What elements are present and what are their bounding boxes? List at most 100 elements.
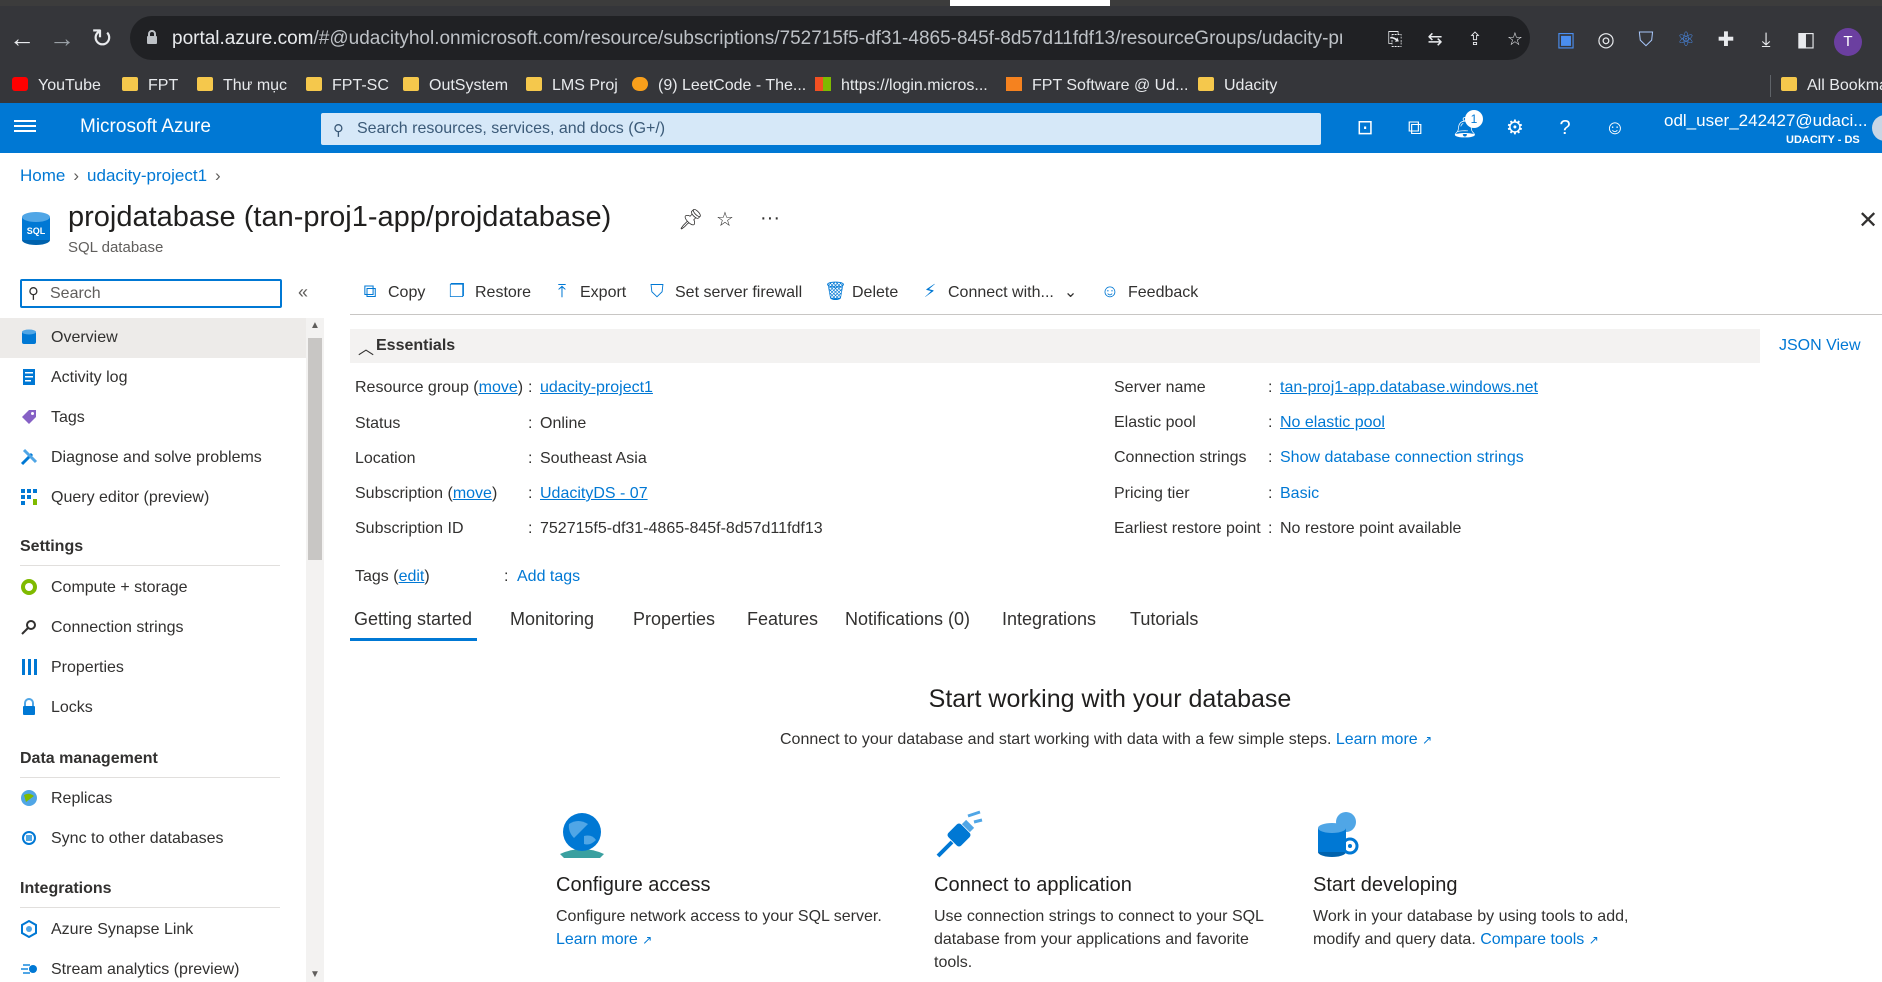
extension-target-icon[interactable]: ◎ bbox=[1594, 28, 1618, 52]
pricing-tier-value[interactable]: Basic bbox=[1280, 485, 1319, 503]
tab-properties[interactable]: Properties bbox=[633, 609, 715, 630]
bookmark-fpt-udacity[interactable]: FPT Software @ Ud... bbox=[1006, 75, 1188, 97]
all-bookmarks[interactable]: All Bookmar bbox=[1770, 75, 1882, 97]
essentials-header[interactable]: ︿ Essentials bbox=[350, 329, 1760, 363]
menu-item-diagnose[interactable]: Diagnose and solve problems bbox=[0, 438, 306, 478]
tab-tutorials[interactable]: Tutorials bbox=[1130, 609, 1198, 630]
menu-search-input[interactable]: ⚲ Search bbox=[20, 279, 282, 308]
bookmark-leetcode[interactable]: (9) LeetCode - The... bbox=[632, 75, 806, 97]
subscription-move-link[interactable]: move bbox=[453, 485, 492, 502]
shield-extension-icon[interactable]: ⛉ bbox=[1634, 28, 1658, 52]
learn-more-link[interactable]: Learn more ↗ bbox=[1336, 731, 1432, 748]
breadcrumb-resource-group[interactable]: udacity-project1 bbox=[87, 166, 207, 185]
more-options-icon[interactable]: ··· bbox=[760, 207, 780, 230]
add-tags-link[interactable]: Add tags bbox=[517, 568, 580, 586]
cloud-shell-icon[interactable]: ⊡ bbox=[1352, 115, 1378, 141]
menu-item-compute-storage[interactable]: Compute + storage bbox=[0, 568, 306, 608]
menu-item-properties[interactable]: Properties bbox=[0, 648, 306, 688]
server-name-value[interactable]: tan-proj1-app.database.windows.net bbox=[1280, 379, 1538, 397]
tab-features[interactable]: Features bbox=[747, 609, 818, 630]
folder-icon bbox=[197, 77, 213, 91]
pin-icon[interactable]: 📌︎ bbox=[678, 207, 703, 232]
favorite-star-icon[interactable]: ☆ bbox=[716, 207, 734, 232]
bookmark-udacity[interactable]: Udacity bbox=[1198, 75, 1277, 97]
tab-notifications[interactable]: Notifications (0) bbox=[845, 609, 970, 630]
subscription-id-value: 752715f5-df31-4865-845f-8d57d11fdf13 bbox=[540, 520, 823, 537]
side-panel-icon[interactable]: ◧ bbox=[1794, 28, 1818, 52]
address-bar[interactable]: portal.azure.com/#@udacityhol.onmicrosof… bbox=[130, 16, 1530, 60]
hamburger-menu-icon[interactable] bbox=[14, 117, 36, 137]
azure-brand[interactable]: Microsoft Azure bbox=[80, 116, 211, 138]
back-icon[interactable]: ← bbox=[4, 20, 40, 56]
scroll-up-icon[interactable]: ▲ bbox=[310, 320, 320, 331]
user-avatar[interactable] bbox=[1872, 115, 1882, 141]
download-icon[interactable]: ⤓ bbox=[1754, 28, 1778, 52]
microsoft-icon bbox=[815, 77, 831, 91]
global-search-input[interactable]: ⚲ Search resources, services, and docs (… bbox=[321, 113, 1321, 145]
breadcrumb-home[interactable]: Home bbox=[20, 166, 65, 185]
menu-item-sync[interactable]: Sync to other databases bbox=[0, 819, 306, 859]
translate-extension-icon[interactable]: ▣ bbox=[1554, 28, 1578, 52]
puzzle-icon[interactable]: ✚ bbox=[1714, 28, 1738, 52]
settings-gear-icon[interactable]: ⚙ bbox=[1502, 115, 1528, 141]
location-value: Southeast Asia bbox=[540, 450, 647, 467]
menu-item-connection-strings[interactable]: Connection strings bbox=[0, 608, 306, 648]
bookmark-fpt-sc[interactable]: FPT-SC bbox=[306, 75, 389, 97]
delete-button[interactable]: 🗑︎ Delete bbox=[824, 281, 898, 305]
install-app-icon[interactable]: ⎘ bbox=[1384, 28, 1406, 50]
help-icon[interactable]: ? bbox=[1552, 115, 1578, 141]
restore-button[interactable]: ❐ Restore bbox=[447, 281, 531, 305]
feedback-icon[interactable]: ☺ bbox=[1602, 115, 1628, 141]
forward-icon[interactable]: → bbox=[44, 20, 80, 56]
menu-item-synapse-link[interactable]: Azure Synapse Link bbox=[0, 910, 306, 950]
set-server-firewall-button[interactable]: ⛉ Set server firewall bbox=[647, 281, 802, 305]
tab-getting-started[interactable]: Getting started bbox=[354, 609, 472, 630]
bookmark-star-icon[interactable]: ☆ bbox=[1504, 28, 1526, 50]
profile-avatar[interactable]: T bbox=[1834, 28, 1862, 56]
elastic-pool-value[interactable]: No elastic pool bbox=[1280, 414, 1385, 432]
bookmark-microsoft-login[interactable]: https://login.micros... bbox=[815, 75, 988, 97]
tab-integrations[interactable]: Integrations bbox=[1002, 609, 1096, 630]
start-developing-database-icon bbox=[1318, 812, 1359, 857]
resource-group-move-link[interactable]: move bbox=[479, 379, 518, 396]
menu-item-tags[interactable]: Tags bbox=[0, 398, 306, 438]
bookmark-youtube[interactable]: YouTube bbox=[12, 75, 101, 97]
bookmark-lms-proj[interactable]: LMS Proj bbox=[526, 75, 618, 97]
colon: : bbox=[1268, 449, 1273, 466]
tags-edit-link[interactable]: edit bbox=[399, 568, 425, 585]
tenant-name: UDACITY - DS bbox=[1786, 134, 1860, 146]
translate-icon[interactable]: ⇆ bbox=[1424, 28, 1446, 50]
connection-strings-link[interactable]: Show database connection strings bbox=[1280, 449, 1524, 467]
subscription-value[interactable]: UdacityDS - 07 bbox=[540, 485, 648, 503]
resource-group-value[interactable]: udacity-project1 bbox=[540, 379, 653, 397]
compare-tools-link[interactable]: Compare tools ↗ bbox=[1480, 931, 1599, 948]
bookmark-thu-muc[interactable]: Thư mục bbox=[197, 75, 287, 97]
collapse-menu-icon[interactable]: « bbox=[298, 282, 308, 303]
menu-scrollbar[interactable]: ▲ ▼ bbox=[306, 318, 324, 982]
copy-button[interactable]: ⧉ Copy bbox=[360, 281, 426, 305]
elastic-pool-label: Elastic pool bbox=[1114, 414, 1196, 431]
account-name[interactable]: odl_user_242427@udaci... bbox=[1664, 111, 1867, 131]
globe-icon bbox=[21, 790, 37, 806]
scrollbar-thumb[interactable] bbox=[308, 338, 322, 560]
menu-section-settings: Settings bbox=[20, 538, 84, 555]
export-button[interactable]: ⤒ Export bbox=[552, 281, 626, 305]
menu-item-replicas[interactable]: Replicas bbox=[0, 779, 306, 819]
close-icon[interactable]: ✕ bbox=[1858, 206, 1878, 235]
menu-item-query-editor[interactable]: Query editor (preview) bbox=[0, 478, 306, 518]
extension-nodes-icon[interactable]: ⚛ bbox=[1674, 28, 1698, 52]
json-view-link[interactable]: JSON View bbox=[1779, 337, 1861, 355]
menu-item-stream-analytics[interactable]: Stream analytics (preview) bbox=[0, 950, 306, 982]
scroll-down-icon[interactable]: ▼ bbox=[310, 969, 320, 980]
feedback-button[interactable]: ☺ Feedback bbox=[1100, 281, 1198, 305]
reload-icon[interactable]: ↻ bbox=[84, 20, 120, 56]
bookmark-fpt[interactable]: FPT bbox=[122, 75, 178, 97]
share-icon[interactable]: ⇪ bbox=[1464, 28, 1486, 50]
menu-item-overview[interactable]: Overview bbox=[0, 318, 306, 358]
tab-monitoring[interactable]: Monitoring bbox=[510, 609, 594, 630]
menu-item-activity-log[interactable]: Activity log bbox=[0, 358, 306, 398]
directory-filter-icon[interactable]: ⧉ bbox=[1402, 115, 1428, 141]
connect-with-dropdown[interactable]: ⚡︎ Connect with... ⌄ bbox=[920, 281, 1078, 305]
configure-access-learn-more-link[interactable]: Learn more ↗ bbox=[556, 931, 652, 948]
bookmark-outsystem[interactable]: OutSystem bbox=[403, 75, 508, 97]
